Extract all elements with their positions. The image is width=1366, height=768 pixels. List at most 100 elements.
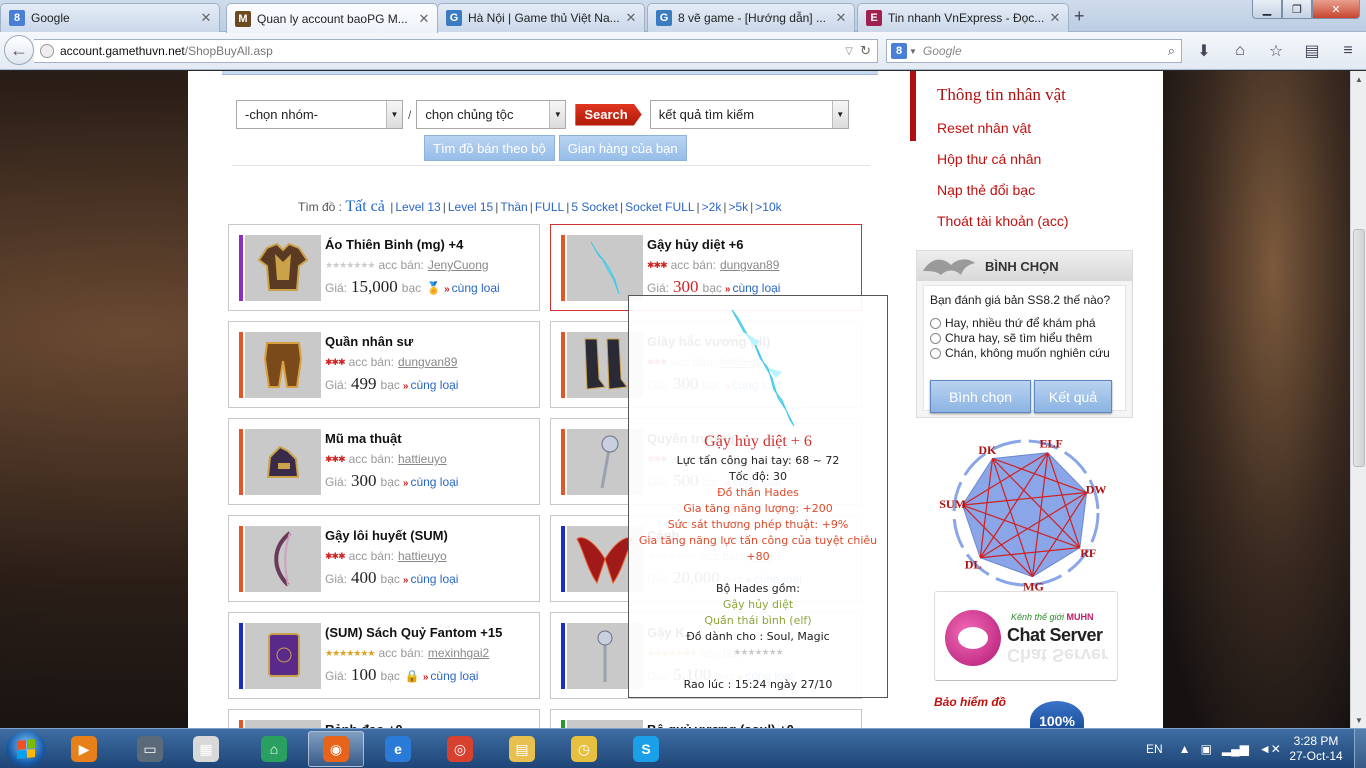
item-card[interactable]: Quần nhân sư ✱✱✱ acc bán: dungvan89 Giá: 499 b…	[228, 321, 540, 408]
search-button[interactable]: Search	[575, 103, 642, 126]
taskbar-app[interactable]: e	[370, 731, 426, 767]
filter-link[interactable]: Socket FULL	[625, 200, 694, 214]
home-icon[interactable]: ⌂	[1228, 41, 1252, 61]
close-tab-icon[interactable]: ✕	[624, 10, 638, 26]
taskbar-app[interactable]: ◎	[432, 731, 488, 767]
search-icon[interactable]: ⌕	[1168, 43, 1175, 59]
google-engine-icon[interactable]: 8	[891, 43, 907, 59]
filter-link[interactable]: Level 15	[448, 200, 493, 214]
close-tab-icon[interactable]: ✕	[834, 10, 848, 26]
same-type-link[interactable]: »cùng loại	[403, 572, 459, 586]
item-card[interactable]: Rảnh đạo +0acc bán:Giá:bạc»cùng loại	[228, 709, 540, 728]
my-stall-button[interactable]: Gian hàng của bạn	[558, 135, 687, 161]
history-dropdown-icon[interactable]: ▽	[845, 46, 853, 57]
seller-link[interactable]: mexinhgai2	[428, 646, 489, 660]
find-by-set-button[interactable]: Tìm đồ bán theo bộ	[424, 135, 555, 161]
chat-server-banner[interactable]: Kênh thế giới MUHN Chat Server Chat Serv…	[934, 591, 1118, 681]
back-button[interactable]: ←	[4, 35, 34, 65]
minimize-button[interactable]: ▁	[1252, 0, 1282, 19]
poll-option[interactable]: Hay, nhiều thứ để khám phá	[930, 316, 1096, 330]
radio-button[interactable]	[930, 332, 941, 344]
new-tab-button[interactable]: +	[1074, 6, 1085, 27]
scroll-up-icon[interactable]: ▲	[1351, 71, 1366, 87]
filter-link[interactable]: Thần	[500, 200, 527, 214]
group-select[interactable]: -chọn nhóm- ▼	[236, 100, 403, 129]
item-card[interactable]: Áo Thiên Binh (mg) +4 ★★★★★★★ acc bán: Jeny…	[228, 224, 540, 311]
item-name[interactable]: Mũ ma thuật	[325, 431, 402, 446]
seller-link[interactable]: hattieuyo	[398, 452, 447, 466]
same-type-link[interactable]: »cùng loại	[423, 669, 479, 683]
taskbar-app[interactable]: ▦	[178, 731, 234, 767]
menu-item[interactable]: Nạp thẻ đổi bạc	[937, 174, 1069, 205]
item-name[interactable]: (SUM) Sách Quỷ Fantom +15	[325, 625, 502, 640]
reload-icon[interactable]: ↻	[860, 43, 871, 59]
maximize-button[interactable]: ❐	[1282, 0, 1312, 19]
filter-all-link[interactable]: Tất cả	[345, 198, 385, 215]
insurance-banner[interactable]: Bảo hiểm đồ	[934, 695, 1006, 709]
taskbar-app[interactable]: ▭	[122, 731, 178, 767]
filter-link[interactable]: Level 13	[395, 200, 440, 214]
menu-icon[interactable]: ≡	[1336, 41, 1360, 61]
radio-button[interactable]	[930, 347, 941, 359]
browser-tab[interactable]: 8 Google ✕	[0, 3, 220, 32]
filter-link[interactable]: FULL	[535, 200, 564, 214]
taskbar-app[interactable]: S	[618, 731, 674, 767]
poll-option[interactable]: Chán, không muốn nghiên cứu	[930, 346, 1110, 360]
seller-link[interactable]: JenyCuong	[428, 258, 489, 272]
same-type-link[interactable]: »cùng loại	[403, 475, 459, 489]
close-tab-icon[interactable]: ✕	[199, 10, 213, 26]
start-button[interactable]	[6, 731, 46, 767]
poll-option[interactable]: Chưa hay, sẽ tìm hiểu thêm	[930, 331, 1092, 345]
vote-button[interactable]: Bình chọn	[930, 380, 1031, 413]
browser-tab[interactable]: E Tin nhanh VnExpress - Đọc... ✕	[857, 3, 1069, 32]
bookmark-star-icon[interactable]: ☆	[1264, 41, 1288, 61]
device-icon[interactable]: ▣	[1201, 742, 1212, 756]
scroll-thumb[interactable]	[1353, 229, 1365, 467]
system-clock[interactable]: 3:28 PM 27-Oct-14	[1284, 734, 1348, 764]
same-type-link[interactable]: »cùng loại	[403, 378, 459, 392]
menu-item[interactable]: Reset nhân vật	[937, 112, 1069, 143]
browser-tab[interactable]: G 8 vẽ game - [Hướng dẫn] ... ✕	[647, 3, 855, 32]
seller-link[interactable]: hattieuyo	[398, 549, 447, 563]
menu-item[interactable]: Hộp thư cá nhân	[937, 143, 1069, 174]
volume-muted-icon[interactable]: ◄✕	[1259, 742, 1281, 756]
result-select[interactable]: kết quả tìm kiếm ▼	[649, 100, 849, 129]
results-button[interactable]: Kết quả	[1034, 380, 1112, 413]
show-desktop-button[interactable]	[1354, 729, 1366, 768]
filter-link[interactable]: 5 Socket	[571, 200, 618, 214]
taskbar-app[interactable]: ⌂	[246, 731, 302, 767]
filter-link[interactable]: >10k	[755, 200, 781, 214]
seller-link[interactable]: dungvan89	[720, 258, 779, 272]
item-card[interactable]: Gậy lôi huyết (SUM) ✱✱✱ acc bán: hattieuyo G…	[228, 515, 540, 602]
close-tab-icon[interactable]: ✕	[417, 11, 431, 27]
close-window-button[interactable]: ✕	[1312, 0, 1360, 19]
search-bar[interactable]: 8 ▼ Google ⌕	[886, 39, 1182, 63]
language-indicator[interactable]: EN	[1146, 742, 1163, 756]
close-tab-icon[interactable]: ✕	[1048, 10, 1062, 26]
taskbar-app[interactable]: ◉	[308, 731, 364, 767]
item-card[interactable]: (SUM) Sách Quỷ Fantom +15 ★★★★★★★ acc bán:…	[228, 612, 540, 699]
scroll-down-icon[interactable]: ▼	[1351, 712, 1366, 728]
same-type-link[interactable]: »cùng loại	[444, 281, 500, 295]
browser-tab[interactable]: M Quan ly account baoPG M... ✕	[226, 3, 438, 33]
race-select[interactable]: chọn chủng tộc ▼	[416, 100, 567, 129]
same-type-link[interactable]: »cùng loại	[725, 281, 781, 295]
network-signal-icon[interactable]: ▂▄▆	[1222, 742, 1249, 756]
item-name[interactable]: Gậy lôi huyết (SUM)	[325, 528, 448, 543]
filter-link[interactable]: >2k	[702, 200, 722, 214]
menu-item[interactable]: Thoát tài khoản (acc)	[937, 205, 1069, 236]
item-name[interactable]: Quần nhân sư	[325, 334, 413, 349]
menu-item[interactable]: Thông tin nhân vật	[937, 77, 1069, 112]
item-name[interactable]: Áo Thiên Binh (mg) +4	[325, 237, 463, 252]
item-card[interactable]: Bộ quỷ vương (soul) +0acc bán:Giá:bạc»cù…	[550, 709, 862, 728]
taskbar-app[interactable]: ▤	[494, 731, 550, 767]
taskbar-app[interactable]: ◷	[556, 731, 612, 767]
engine-dropdown-icon[interactable]: ▼	[909, 47, 917, 56]
tray-expand-icon[interactable]: ▲	[1179, 742, 1191, 756]
item-card[interactable]: Mũ ma thuật ✱✱✱ acc bán: hattieuyo Giá: 300 bạ…	[228, 418, 540, 505]
taskbar-app[interactable]: ▶	[56, 731, 112, 767]
filter-link[interactable]: >5k	[728, 200, 748, 214]
address-bar[interactable]: account.gamethuvn.net/ShopBuyAll.asp ▽ ↻	[34, 39, 878, 63]
seller-link[interactable]: dungvan89	[398, 355, 457, 369]
bookmarks-list-icon[interactable]: ▤	[1300, 41, 1324, 61]
